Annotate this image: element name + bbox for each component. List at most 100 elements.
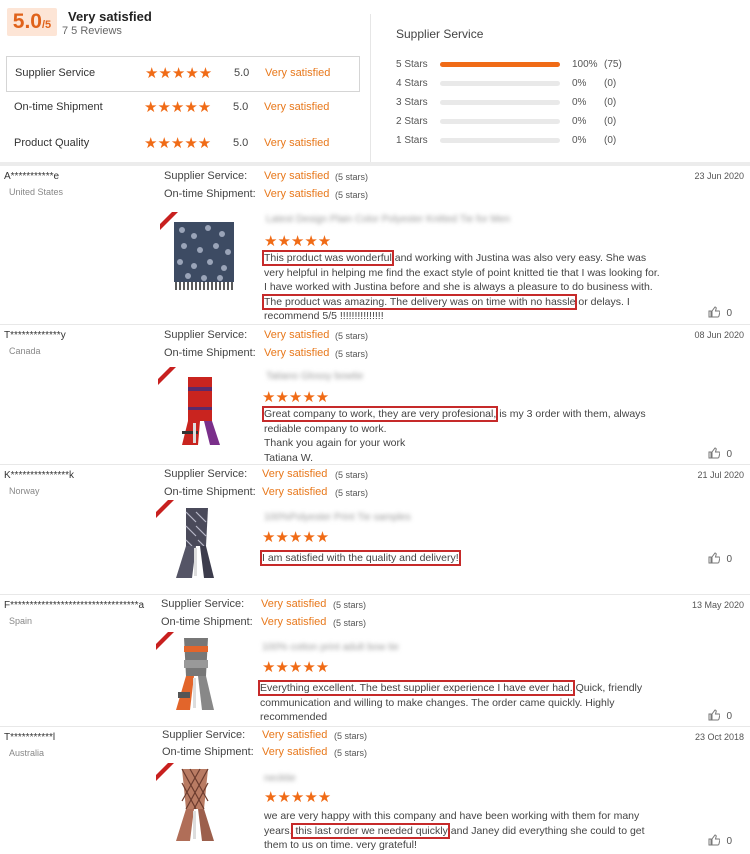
product-thumbnail[interactable] <box>160 212 238 290</box>
product-thumbnail[interactable] <box>156 763 234 841</box>
supplier-service-stars-note: (5 stars) <box>335 172 369 182</box>
product-name[interactable]: 100% cotton print adult bow tie <box>262 642 399 653</box>
reviewer-country: United States <box>9 187 64 197</box>
supplier-service-stars-note: (5 stars) <box>334 731 368 741</box>
ontime-shipment-value: Very satisfied <box>264 347 330 359</box>
distribution-row-1: 1 Stars 0% (0) <box>396 133 736 149</box>
review-star-rating-icon: ★★★★★ <box>262 389 330 406</box>
review-item: T***********l Australia 23 Oct 2018 Supp… <box>0 727 750 854</box>
star-rating-icon: ★★★★★ <box>144 135 212 152</box>
highlighted-phrase: The product was amazing. The delivery wa… <box>261 293 578 310</box>
reviewer-country: Norway <box>9 486 40 496</box>
rating-label: Supplier Service <box>15 67 96 79</box>
overall-score: 5.0 <box>12 10 42 33</box>
distribution-bar <box>440 62 560 67</box>
review-star-rating-icon: ★★★★★ <box>264 789 332 806</box>
highlighted-phrase: Great company to work, they are very pro… <box>261 406 499 422</box>
reviewer-name: A***********e <box>4 171 60 182</box>
rating-row-ontime-shipment[interactable]: On-time Shipment ★★★★★ 5.0 Very satisfie… <box>6 91 366 125</box>
review-date: 23 Oct 2018 <box>694 732 744 742</box>
rating-row-product-quality[interactable]: Product Quality ★★★★★ 5.0 Very satisfied <box>6 127 366 161</box>
distribution-label: 3 Stars <box>396 97 428 108</box>
review-item: T*************y Canada 08 Jun 2020 Suppl… <box>0 325 750 465</box>
review-date: 23 Jun 2020 <box>694 171 744 181</box>
distribution-count: (75) <box>604 59 622 70</box>
product-name[interactable]: necktie <box>264 773 296 784</box>
highlighted-phrase: I am satisfied with the quality and deli… <box>260 550 461 566</box>
rating-text: Very satisfied <box>265 67 331 79</box>
ontime-shipment-value: Very satisfied <box>262 746 328 758</box>
distribution-percent: 0% <box>572 116 587 127</box>
supplier-service-label: Supplier Service: <box>164 329 248 341</box>
rating-row-supplier-service[interactable]: Supplier Service ★★★★★ 5.0 Very satisfie… <box>6 56 360 92</box>
distribution-bar-fill <box>440 62 560 67</box>
supplier-service-stars-note: (5 stars) <box>335 470 369 480</box>
product-name[interactable]: Latest Design Plain Color Polyester Knit… <box>266 214 510 225</box>
product-thumbnail[interactable] <box>156 500 234 578</box>
like-button[interactable]: 0 <box>708 834 732 847</box>
product-name[interactable]: 100%Polyester Print Tie samples <box>264 512 411 523</box>
like-button[interactable]: 0 <box>708 552 732 565</box>
distribution-bar <box>440 119 560 124</box>
review-text: I am satisfied with the quality and deli… <box>260 550 662 566</box>
ontime-shipment-stars-note: (5 stars) <box>335 488 369 498</box>
supplier-service-value: Very satisfied <box>261 598 327 610</box>
rating-label: Product Quality <box>14 137 90 149</box>
ontime-shipment-value: Very satisfied <box>261 616 327 628</box>
supplier-service-value: Very satisfied <box>264 170 330 182</box>
review-date: 13 May 2020 <box>691 600 744 610</box>
reviewer-country: Australia <box>9 748 45 758</box>
thumb-up-icon <box>708 306 721 318</box>
product-thumbnail[interactable] <box>158 367 236 445</box>
supplier-service-stars-note: (5 stars) <box>333 600 367 610</box>
distribution-bar <box>440 138 560 143</box>
ontime-shipment-label: On-time Shipment: <box>164 188 256 200</box>
rating-text: Very satisfied <box>264 137 330 149</box>
overall-headline: Very satisfied <box>68 9 152 24</box>
supplier-service-value: Very satisfied <box>262 468 328 480</box>
supplier-service-value: Very satisfied <box>262 729 328 741</box>
ontime-shipment-value: Very satisfied <box>262 486 328 498</box>
review-text-line: Thank you again for your work <box>264 437 406 449</box>
review-text: Everything excellent. The best supplier … <box>258 680 660 725</box>
reviewer-name: T*************y <box>4 330 66 341</box>
overall-score-suffix: /5 <box>42 19 52 31</box>
distribution-label: 2 Stars <box>396 116 428 127</box>
distribution-bar <box>440 100 560 105</box>
ontime-shipment-label: On-time Shipment: <box>164 347 256 359</box>
review-star-rating-icon: ★★★★★ <box>264 233 332 250</box>
distribution-percent: 100% <box>572 59 598 70</box>
review-text: Great company to work, they are very pro… <box>261 406 664 465</box>
reviewer-country: Spain <box>9 616 33 626</box>
rating-score: 5.0 <box>233 101 249 113</box>
review-item: K***************k Norway 21 Jul 2020 Sup… <box>0 465 750 595</box>
product-name[interactable]: Tatiano Glossy bowtie <box>266 371 363 382</box>
highlighted-phrase: Everything excellent. The best supplier … <box>258 680 575 696</box>
like-button[interactable]: 0 <box>708 306 732 319</box>
rating-score: 5.0 <box>234 67 250 79</box>
reviewer-country: Canada <box>9 346 41 356</box>
highlighted-phrase: This product was wonderful <box>262 250 394 266</box>
thumb-up-icon <box>708 834 721 846</box>
distribution-label: 1 Stars <box>396 135 428 146</box>
distribution-row-3: 3 Stars 0% (0) <box>396 95 736 111</box>
thumb-up-icon <box>708 447 721 459</box>
product-thumbnail[interactable] <box>156 632 234 710</box>
category-ratings: Supplier Service ★★★★★ 5.0 Very satisfie… <box>6 56 366 163</box>
like-button[interactable]: 0 <box>708 447 732 460</box>
distribution-row-2: 2 Stars 0% (0) <box>396 114 736 130</box>
star-rating-icon: ★★★★★ <box>145 65 213 82</box>
distribution-percent: 0% <box>572 135 587 146</box>
ontime-shipment-stars-note: (5 stars) <box>335 190 369 200</box>
distribution-bar <box>440 81 560 86</box>
review-text: we are very happy with this company and … <box>264 809 664 853</box>
star-rating-icon: ★★★★★ <box>144 99 212 116</box>
review-item: A***********e United States 23 Jun 2020 … <box>0 166 750 325</box>
like-button[interactable]: 0 <box>708 709 732 722</box>
supplier-service-label: Supplier Service: <box>162 729 246 741</box>
ontime-shipment-value: Very satisfied <box>264 188 330 200</box>
distribution-row-4: 4 Stars 0% (0) <box>396 76 736 92</box>
distribution-count: (0) <box>604 135 617 146</box>
distribution-percent: 0% <box>572 97 587 108</box>
distribution-label: 5 Stars <box>396 59 428 70</box>
